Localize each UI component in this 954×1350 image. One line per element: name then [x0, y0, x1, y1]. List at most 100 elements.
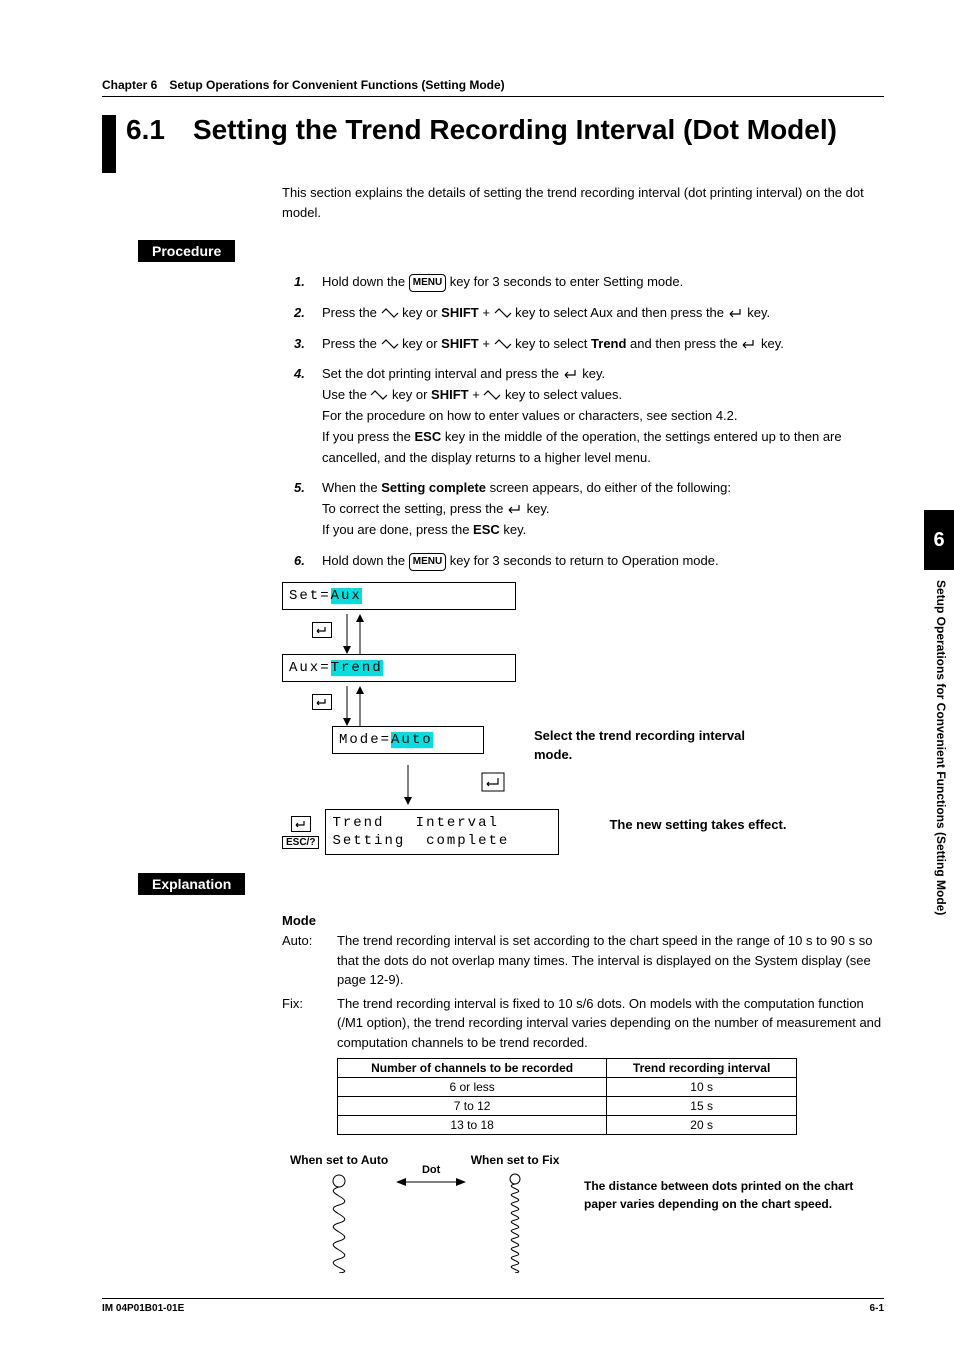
step-text: Hold down the — [322, 553, 409, 568]
esc-key-label: ESC — [415, 429, 442, 444]
step-1: 1. Hold down the MENU key for 3 seconds … — [294, 272, 884, 293]
dot-note-text: The distance between dots printed on the… — [584, 1177, 884, 1213]
menu-key-icon: MENU — [409, 553, 446, 571]
auto-label: Auto: — [282, 931, 337, 990]
step-number: 3. — [294, 334, 322, 355]
section-number: 6.1 — [126, 115, 165, 146]
step-text: + — [479, 305, 494, 320]
step-text: Hold down the — [322, 274, 409, 289]
enter-key-icon — [291, 816, 311, 832]
step-number: 6. — [294, 551, 322, 572]
updown-key-icon — [483, 389, 501, 401]
procedure-label: Procedure — [138, 240, 235, 262]
step-text: key to select — [512, 336, 591, 351]
step-text: key. — [744, 305, 771, 320]
updown-key-icon — [494, 338, 512, 350]
table-cell: 13 to 18 — [338, 1116, 607, 1135]
lcd-highlight: Auto — [391, 732, 433, 748]
enter-key-icon — [312, 694, 332, 710]
table-cell: 15 s — [607, 1097, 797, 1116]
flow-arrow-icon — [332, 765, 512, 805]
lcd-text: Mode= — [339, 732, 391, 748]
step-text: key for 3 seconds to enter Setting mode. — [446, 274, 683, 289]
setting-complete-label: Setting complete — [381, 480, 486, 495]
side-tab-chapter: 6 — [924, 510, 954, 570]
step-2: 2. Press the key or SHIFT + key to selec… — [294, 303, 884, 324]
table-header: Number of channels to be recorded — [338, 1059, 607, 1078]
fix-text: The trend recording interval is fixed to… — [337, 994, 884, 1053]
table-cell: 7 to 12 — [338, 1097, 607, 1116]
step-text: key. — [579, 366, 606, 381]
esc-key-label: ESC — [473, 522, 500, 537]
step-text: key. — [757, 336, 784, 351]
updown-key-icon — [494, 307, 512, 319]
explanation-block: Mode Auto: The trend recording interval … — [282, 913, 884, 1276]
lcd-highlight: Aux — [331, 588, 362, 604]
step-6: 6. Hold down the MENU key for 3 seconds … — [294, 551, 884, 572]
mode-heading: Mode — [282, 913, 884, 928]
step-text: Press the — [322, 305, 381, 320]
shift-key-label: SHIFT — [431, 387, 469, 402]
menu-key-icon: MENU — [409, 274, 446, 292]
table-cell: 6 or less — [338, 1078, 607, 1097]
procedure-steps: 1. Hold down the MENU key for 3 seconds … — [294, 272, 884, 572]
step-number: 1. — [294, 272, 322, 293]
table-header: Trend recording interval — [607, 1059, 797, 1078]
enter-key-icon — [507, 503, 523, 515]
table-cell: 20 s — [607, 1116, 797, 1135]
dot-diagram-section: When set to Auto Dot When set to Fix — [282, 1153, 884, 1276]
updown-key-icon — [381, 307, 399, 319]
fix-label: Fix: — [282, 994, 337, 1053]
chapter-header: Chapter 6 Setup Operations for Convenien… — [102, 78, 884, 97]
auto-text: The trend recording interval is set acco… — [337, 931, 884, 990]
diagram-note: The new setting takes effect. — [609, 815, 786, 835]
lcd-screen-mode: Mode=Auto — [332, 726, 484, 754]
enter-key-icon — [728, 307, 744, 319]
channels-table: Number of channels to be recorded Trend … — [337, 1058, 797, 1135]
dot-spring-fix-icon — [490, 1173, 540, 1273]
intro-paragraph: This section explains the details of set… — [282, 183, 884, 222]
enter-key-icon — [741, 338, 757, 350]
step-text: key. — [500, 522, 527, 537]
shift-key-label: SHIFT — [441, 336, 479, 351]
step-number: 4. — [294, 364, 322, 468]
diagram-note: Select the trend recording interval mode… — [534, 726, 784, 765]
dot-arrow-icon — [396, 1175, 466, 1189]
lcd-text: Setting complete — [332, 833, 509, 849]
step-text: key to select Aux and then press the — [512, 305, 728, 320]
dot-fix-head: When set to Fix — [466, 1153, 564, 1167]
footer-doc-id: IM 04P01B01-01E — [102, 1303, 184, 1314]
step-4: 4. Set the dot printing interval and pre… — [294, 364, 884, 468]
dot-auto-head: When set to Auto — [282, 1153, 396, 1167]
enter-key-icon — [312, 622, 332, 638]
step-number: 5. — [294, 478, 322, 540]
enter-key-icon — [563, 368, 579, 380]
step-text: When the — [322, 480, 381, 495]
lcd-screen-complete: Trend Interval Setting complete — [325, 809, 559, 855]
lcd-highlight: Trend — [331, 660, 383, 676]
shift-key-label: SHIFT — [441, 305, 479, 320]
flow-diagram: Set=Aux Aux=Trend Mode=Auto Select the t… — [282, 582, 884, 856]
step-text: key. — [523, 501, 550, 516]
table-row: 7 to 12 15 s — [338, 1097, 797, 1116]
step-text: key or — [388, 387, 431, 402]
trend-label: Trend — [591, 336, 626, 351]
lcd-screen-set: Set=Aux — [282, 582, 516, 610]
title-bar-decoration — [102, 115, 116, 173]
footer-page-num: 6-1 — [870, 1303, 884, 1314]
step-5: 5. When the Setting complete screen appe… — [294, 478, 884, 540]
step-text: key or — [399, 336, 442, 351]
step-text: key to select values. — [501, 387, 622, 402]
step-text: + — [479, 336, 494, 351]
step-text: If you press the — [322, 429, 415, 444]
explanation-label: Explanation — [138, 873, 245, 895]
step-text: If you are done, press the — [322, 522, 473, 537]
section-title-row: 6.1 Setting the Trend Recording Interval… — [102, 115, 884, 173]
esc-key-icon: ESC/? — [282, 836, 319, 849]
step-text: Use the — [322, 387, 370, 402]
step-3: 3. Press the key or SHIFT + key to selec… — [294, 334, 884, 355]
step-number: 2. — [294, 303, 322, 324]
step-text: screen appears, do either of the followi… — [486, 480, 731, 495]
table-row: 6 or less 10 s — [338, 1078, 797, 1097]
lcd-screen-aux: Aux=Trend — [282, 654, 516, 682]
